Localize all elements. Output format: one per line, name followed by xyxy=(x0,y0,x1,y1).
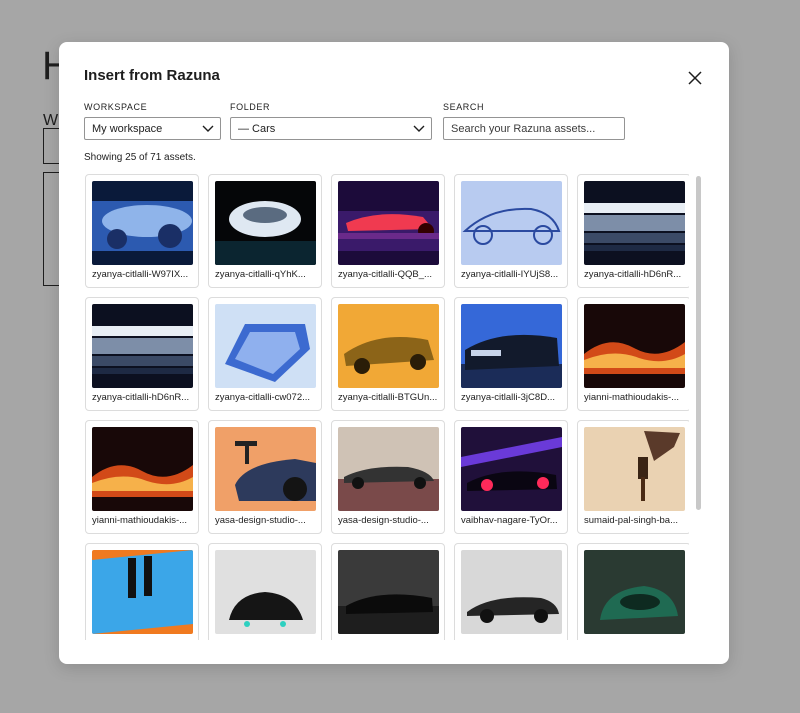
asset-card[interactable]: zyanya-citlalli-cw072... xyxy=(208,297,322,411)
asset-name: ... xyxy=(461,638,563,640)
asset-card[interactable]: zyanya-citlalli-BTGUn... xyxy=(331,297,445,411)
asset-card[interactable]: ... xyxy=(454,543,568,640)
asset-thumbnail xyxy=(92,304,193,388)
asset-card[interactable]: yasa-design-studio-... xyxy=(331,420,445,534)
search-input[interactable] xyxy=(443,117,625,140)
asset-card[interactable]: ... xyxy=(208,543,322,640)
asset-thumbnail xyxy=(338,427,439,511)
asset-thumbnail xyxy=(215,181,316,265)
asset-name: ... xyxy=(338,638,440,640)
asset-thumbnail xyxy=(461,550,562,634)
folder-select[interactable]: — Cars xyxy=(230,117,432,140)
folder-value: — Cars xyxy=(238,123,276,135)
asset-name: vaibhav-nagare-TyOr... xyxy=(461,515,558,526)
asset-name: zyanya-citlalli-W97IX... xyxy=(92,269,189,280)
asset-name: zyanya-citlalli-cw072... xyxy=(215,392,311,403)
asset-name: yasa-design-studio-... xyxy=(215,515,306,526)
asset-grid: zyanya-citlalli-W97IX... zyanya-citlalli-… xyxy=(85,174,689,640)
asset-name: yianni-mathioudakis-... xyxy=(584,392,680,403)
asset-name: zyanya-citlalli-3jC8D... xyxy=(461,392,555,403)
scrollbar[interactable] xyxy=(695,174,703,640)
asset-thumbnail xyxy=(584,427,685,511)
asset-card[interactable]: zyanya-citlalli-3jC8D... xyxy=(454,297,568,411)
asset-name: zyanya-citlalli-BTGUn... xyxy=(338,392,438,403)
chevron-down-icon xyxy=(413,125,425,132)
asset-card[interactable]: zyanya-citlalli-W97IX... xyxy=(85,174,199,288)
asset-thumbnail xyxy=(338,304,439,388)
asset-thumbnail xyxy=(92,181,193,265)
insert-modal: Insert from Razuna WORKSPACE My workspac… xyxy=(59,42,729,664)
asset-card[interactable]: zyanya-citlalli-QQB_... xyxy=(331,174,445,288)
asset-name: yianni-mathioudakis-... xyxy=(92,515,188,526)
asset-thumbnail xyxy=(92,550,193,634)
search-label: SEARCH xyxy=(443,102,485,112)
asset-name: zyanya-citlalli-hD6nR... xyxy=(92,392,190,403)
asset-card[interactable]: yasa-design-studio-... xyxy=(208,420,322,534)
asset-thumbnail xyxy=(215,427,316,511)
asset-thumbnail xyxy=(215,550,316,634)
asset-thumbnail xyxy=(461,427,562,511)
workspace-label: WORKSPACE xyxy=(84,102,148,112)
asset-thumbnail xyxy=(338,181,439,265)
asset-card[interactable]: yianni-mathioudakis-... xyxy=(85,420,199,534)
close-icon xyxy=(688,71,702,85)
asset-name: ... xyxy=(92,638,194,640)
modal-title: Insert from Razuna xyxy=(84,67,220,84)
asset-thumbnail xyxy=(584,550,685,634)
asset-card[interactable]: zyanya-citlalli-IYUjS8... xyxy=(454,174,568,288)
folder-label: FOLDER xyxy=(230,102,271,112)
asset-name: sumaid-pal-singh-ba... xyxy=(584,515,678,526)
asset-name: zyanya-citlalli-IYUjS8... xyxy=(461,269,559,280)
asset-thumbnail xyxy=(92,427,193,511)
scrollbar-thumb[interactable] xyxy=(696,176,701,510)
asset-count: Showing 25 of 71 assets. xyxy=(84,152,196,163)
asset-card[interactable]: sumaid-pal-singh-ba... xyxy=(577,420,689,534)
asset-card[interactable]: ... xyxy=(85,543,199,640)
asset-card[interactable]: zyanya-citlalli-qYhK... xyxy=(208,174,322,288)
asset-name: zyanya-citlalli-QQB_... xyxy=(338,269,432,280)
asset-thumbnail xyxy=(215,304,316,388)
asset-name: zyanya-citlalli-hD6nR... xyxy=(584,269,682,280)
asset-card[interactable]: ... xyxy=(331,543,445,640)
asset-thumbnail xyxy=(584,304,685,388)
asset-card[interactable]: vaibhav-nagare-TyOr... xyxy=(454,420,568,534)
asset-thumbnail xyxy=(461,304,562,388)
asset-name: zyanya-citlalli-qYhK... xyxy=(215,269,306,280)
asset-thumbnail xyxy=(461,181,562,265)
asset-card[interactable]: zyanya-citlalli-hD6nR... xyxy=(577,174,689,288)
asset-card[interactable]: ... xyxy=(577,543,689,640)
asset-name: yasa-design-studio-... xyxy=(338,515,429,526)
asset-thumbnail xyxy=(338,550,439,634)
asset-name: ... xyxy=(215,638,317,640)
chevron-down-icon xyxy=(202,125,214,132)
asset-card[interactable]: yianni-mathioudakis-... xyxy=(577,297,689,411)
workspace-select[interactable]: My workspace xyxy=(84,117,221,140)
workspace-value: My workspace xyxy=(92,123,163,135)
asset-thumbnail xyxy=(584,181,685,265)
close-button[interactable] xyxy=(683,66,707,90)
asset-card[interactable]: zyanya-citlalli-hD6nR... xyxy=(85,297,199,411)
asset-name: ... xyxy=(584,638,686,640)
